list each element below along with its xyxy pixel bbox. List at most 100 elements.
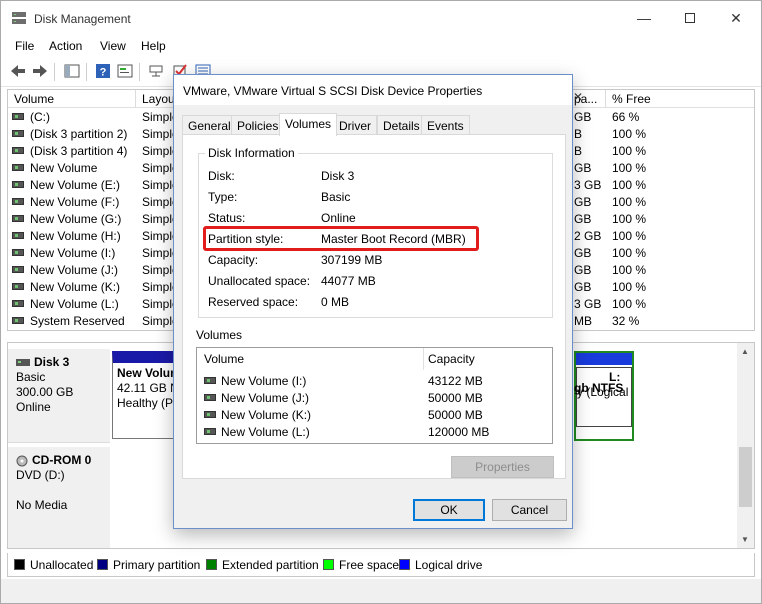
volumes-row[interactable]: New Volume (I:) 43122 MB [197,373,552,390]
cdrom-name: CD-ROM 0 [32,453,92,467]
console-tree-icon [64,64,80,78]
partition-left-size: 42.11 GB N [117,381,179,395]
logical-drive-bar [576,353,632,365]
volume-percent-free: 100 % [612,246,647,260]
drive-icon [204,428,216,436]
volume-name: New Volume (G:) [12,212,121,226]
field-status-label: Status: [208,211,246,225]
field-type-value: Basic [321,190,351,204]
tab-general[interactable]: General [182,115,237,135]
volume-free-space: GB [574,263,592,277]
partition-primary-left[interactable]: New Volum 42.11 GB N Healthy (P [112,351,181,439]
cancel-button[interactable]: Cancel [492,499,567,521]
field-disk-value: Disk 3 [321,169,355,183]
volume-percent-free: 100 % [612,144,647,158]
volumes-table[interactable]: Volume Capacity New Volume (I:) 43122 MB… [196,347,553,444]
show-hide-tree-button[interactable] [63,62,81,80]
toolbar-separator [86,63,87,81]
disk3-label[interactable]: Disk 3 Basic 300.00 GB Online [8,349,110,443]
disk-information-title: Disk Information [205,146,298,160]
close-icon: ✕ [573,90,584,104]
partition-right-fs: gb NTFS [574,381,624,395]
properties-toolbar-button[interactable] [116,62,134,80]
legend-free-space: Free space [323,558,399,572]
menu-help[interactable]: Help [141,39,166,53]
forward-button[interactable] [31,62,49,80]
volumes-row[interactable]: New Volume (L:) 120000 MB [197,424,552,441]
connect-button[interactable] [147,62,165,80]
volumes-row[interactable]: New Volume (K:) 50000 MB [197,407,552,424]
minimize-button[interactable]: — [621,1,667,35]
svg-text:?: ? [100,67,107,79]
highlight-box [203,226,479,251]
volume-percent-free: 66 % [612,110,640,124]
drive-icon [12,249,24,257]
menu-file[interactable]: File [15,39,34,53]
volume-percent-free: 100 % [612,178,647,192]
column-volume[interactable]: Volume [8,90,136,108]
menu-action[interactable]: Action [49,39,82,53]
tab-events[interactable]: Events [421,115,470,135]
legend-extended-partition: Extended partition [206,558,319,572]
volume-free-space: 3 GB [574,297,602,311]
field-capacity-value: 307199 MB [321,253,383,267]
volume-name: System Reserved [12,314,125,328]
partition-right[interactable]: L: y (Logical [576,367,632,427]
drive-icon [12,164,24,172]
status-bar [1,579,761,603]
volumes-column-capacity[interactable]: Capacity [421,348,475,370]
cdrom-type: DVD (D:) [16,468,65,482]
properties-icon [117,64,133,78]
ok-button[interactable]: OK [413,499,485,521]
back-arrow-icon [11,65,25,77]
partition-left-title: New Volum [117,366,181,380]
disk-information-group: Disk Information Disk: Disk 3 Type: Basi… [198,146,553,318]
volume-percent-free: 100 % [612,161,647,175]
disk3-name: Disk 3 [34,355,70,369]
field-disk-label: Disk: [208,169,235,183]
volume-percent-free: 100 % [612,280,647,294]
tab-details[interactable]: Details [377,115,426,135]
partition-left-status: Healthy (P [117,396,174,410]
volume-properties-button[interactable]: Properties [451,456,554,478]
window-title: Disk Management [34,12,131,26]
column-percent-free[interactable]: % Free [606,90,754,108]
scroll-thumb[interactable] [739,447,752,507]
disk-icon [16,359,30,366]
volume-free-space: GB [574,110,592,124]
drive-icon [204,411,216,419]
volume-free-space: 2 GB [574,229,602,243]
scroll-up-icon[interactable]: ▲ [741,347,749,356]
drive-icon [12,283,24,291]
tab-volumes[interactable]: Volumes [279,113,338,136]
legend: Unallocated Primary partition Extended p… [7,553,755,577]
volume-name: New Volume [12,161,97,175]
volume-free-space: GB [574,246,592,260]
close-icon: ✕ [730,9,742,26]
drive-icon [204,394,216,402]
disk3-status: Online [16,400,51,414]
volumes-row[interactable]: New Volume (J:) 50000 MB [197,390,552,407]
volumes-column-volume[interactable]: Volume [197,348,244,370]
dialog-title-bar: VMware, VMware Virtual S SCSI Disk Devic… [174,75,583,105]
help-button[interactable]: ? [94,62,112,80]
tab-driver[interactable]: Driver [333,115,377,135]
cdrom-label[interactable]: CD-ROM 0 DVD (D:) No Media [8,447,110,548]
disk3-size: 300.00 GB [16,385,74,399]
menu-view[interactable]: View [100,39,126,53]
drive-icon [12,317,24,325]
volume-name: New Volume (H:) [12,229,121,243]
vertical-scrollbar[interactable]: ▲ ▼ [737,343,754,548]
maximize-button[interactable] [667,1,713,35]
dialog-title: VMware, VMware Virtual S SCSI Disk Devic… [183,84,483,98]
drive-icon [204,377,216,385]
back-button[interactable] [9,62,27,80]
close-button[interactable]: ✕ [713,1,759,35]
drive-icon [12,300,24,308]
extended-partition[interactable]: L: y (Logical [574,351,634,441]
maximize-icon [685,13,695,23]
column-layout[interactable]: Layou [136,90,176,108]
scroll-down-icon[interactable]: ▼ [741,535,749,544]
volume-percent-free: 100 % [612,297,647,311]
tab-policies[interactable]: Policies [231,115,285,135]
